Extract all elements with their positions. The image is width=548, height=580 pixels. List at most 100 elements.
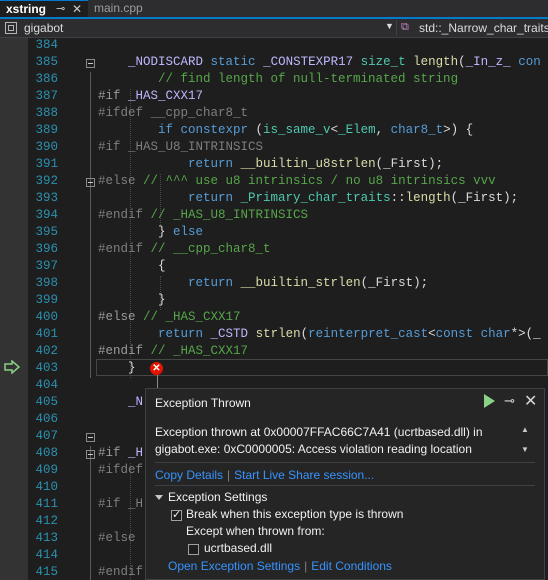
module-checkbox[interactable] xyxy=(188,544,199,555)
expand-triangle-icon xyxy=(155,495,163,501)
code-text: #else // ^^^ use u8 intrinsics / no u8 i… xyxy=(98,174,496,188)
exception-message: Exception thrown at 0x00007FFAC66C7A41 (… xyxy=(155,425,483,456)
line-number: 388 xyxy=(35,106,58,120)
separator: | xyxy=(304,559,308,573)
code-text: return _Primary_char_traits::length(_Fir… xyxy=(188,191,519,205)
project-name: gigabot xyxy=(24,21,64,35)
open-exception-settings-link[interactable]: Open Exception Settings xyxy=(168,559,300,573)
collapse-toggle-icon[interactable] xyxy=(86,178,95,187)
pin-icon[interactable]: ⊸ xyxy=(504,393,515,409)
break-when-thrown-checkbox[interactable] xyxy=(171,508,182,521)
line-number: 384 xyxy=(35,38,58,52)
line-number: 402 xyxy=(35,344,58,358)
live-share-link[interactable]: Start Live Share session... xyxy=(234,468,374,482)
line-number: 411 xyxy=(35,497,58,511)
code-text: return _CSTD strlen(reinterpret_cast<con… xyxy=(158,327,541,341)
edit-conditions-link[interactable]: Edit Conditions xyxy=(311,559,392,573)
collapse-toggle-icon[interactable] xyxy=(86,59,95,68)
exception-helper: Exception Thrown ⊸ ✕ Exception thrown at… xyxy=(145,388,545,580)
navigation-bar: gigabot ▼ ⧉ std::_Narrow_char_traits xyxy=(0,19,548,38)
exception-actions: Copy Details | Start Live Share session... xyxy=(155,468,374,482)
code-line[interactable]: 395 } else xyxy=(0,224,548,241)
code-text: #ifdef __cpp_char8_t xyxy=(98,106,249,120)
code-line[interactable]: 387 #if _HAS_CXX17 xyxy=(0,88,548,105)
copy-details-link[interactable]: Copy Details xyxy=(155,468,223,482)
scope-dropdown[interactable]: ⧉ std::_Narrow_char_traits xyxy=(396,20,548,36)
code-line[interactable]: 394 #endif // _HAS_U8_INTRINSICS xyxy=(0,207,548,224)
collapse-toggle-icon[interactable] xyxy=(86,450,95,459)
divider xyxy=(155,462,535,463)
line-number: 397 xyxy=(35,259,58,273)
tab-label: main.cpp xyxy=(94,1,143,15)
line-number: 387 xyxy=(35,89,58,103)
line-number: 390 xyxy=(35,140,58,154)
separator: | xyxy=(227,468,231,482)
code-line[interactable]: 388 #ifdef __cpp_char8_t xyxy=(0,105,548,122)
close-icon[interactable]: ✕ xyxy=(524,391,537,411)
line-number: 410 xyxy=(35,480,58,494)
line-number: 403 xyxy=(35,361,58,375)
code-text: #if _HAS_CXX17 xyxy=(98,89,204,103)
code-text: #else // _HAS_CXX17 xyxy=(98,310,241,324)
message-scrollbar[interactable]: ▲ ▼ xyxy=(519,425,533,459)
line-number: 405 xyxy=(35,395,58,409)
continue-icon[interactable] xyxy=(484,394,495,408)
line-number: 408 xyxy=(35,446,58,460)
close-icon[interactable]: ✕ xyxy=(72,1,82,17)
line-number: 386 xyxy=(35,72,58,86)
code-line[interactable]: 400 #else // _HAS_CXX17 xyxy=(0,309,548,326)
error-icon[interactable]: ✕ xyxy=(150,362,163,375)
code-text: #if _HAS_U8_INTRINSICS xyxy=(98,140,264,154)
scroll-down-icon[interactable]: ▼ xyxy=(521,445,529,454)
code-line[interactable]: 384 xyxy=(0,38,548,54)
tab-xstring[interactable]: xstring ⊸ ✕ xyxy=(0,0,88,17)
line-number: 404 xyxy=(35,378,58,392)
current-line-highlight xyxy=(96,359,548,376)
line-number: 409 xyxy=(35,463,58,477)
code-line[interactable]: 392 #else // ^^^ use u8 intrinsics / no u… xyxy=(0,173,548,190)
line-number: 398 xyxy=(35,276,58,290)
code-line[interactable]: 390 #if _HAS_U8_INTRINSICS xyxy=(0,139,548,156)
code-text: // find length of null-terminated string xyxy=(158,72,459,86)
code-text: { xyxy=(98,259,166,273)
exception-settings-links: Open Exception Settings | Edit Conditions xyxy=(168,559,392,573)
except-when-label: Except when thrown from: xyxy=(186,524,325,538)
exception-settings-toggle[interactable]: Exception Settings xyxy=(155,490,267,504)
code-line[interactable]: 398 return __builtin_strlen(_First); xyxy=(0,275,548,292)
code-line[interactable]: 402 #endif // _HAS_CXX17 xyxy=(0,343,548,360)
chevron-down-icon[interactable]: ▼ xyxy=(385,21,394,31)
line-number: 391 xyxy=(35,157,58,171)
break-when-thrown-label: Break when this exception type is thrown xyxy=(186,507,404,521)
code-text: } xyxy=(98,293,166,307)
line-number: 389 xyxy=(35,123,58,137)
line-number: 399 xyxy=(35,293,58,307)
code-line[interactable]: 393 return _Primary_char_traits::length(… xyxy=(0,190,548,207)
project-dropdown[interactable]: gigabot xyxy=(4,20,374,36)
line-number: 395 xyxy=(35,225,58,239)
line-number: 392 xyxy=(35,174,58,188)
code-text: #if _H xyxy=(98,497,144,511)
code-line[interactable]: 385 _NODISCARD static _CONSTEXPR17 size_… xyxy=(0,54,548,71)
code-text: } else xyxy=(98,225,204,239)
scroll-up-icon[interactable]: ▲ xyxy=(521,425,529,434)
code-text: _N xyxy=(128,395,144,409)
code-line[interactable]: 391 return __builtin_u8strlen(_First); xyxy=(0,156,548,173)
pin-icon[interactable]: ⊸ xyxy=(56,1,65,17)
code-line[interactable]: 396 #endif // __cpp_char8_t xyxy=(0,241,548,258)
code-line[interactable]: 386 // find length of null-terminated st… xyxy=(0,71,548,88)
code-text: #endif xyxy=(98,565,144,579)
code-line[interactable]: 397 { xyxy=(0,258,548,275)
code-line[interactable]: 401 return _CSTD strlen(reinterpret_cast… xyxy=(0,326,548,343)
exception-settings-label: Exception Settings xyxy=(168,490,268,504)
line-number: 414 xyxy=(35,548,58,562)
exception-header: Exception Thrown ⊸ ✕ xyxy=(146,389,544,415)
tab-main-cpp[interactable]: main.cpp xyxy=(88,0,158,17)
line-number: 407 xyxy=(35,429,58,443)
line-number: 394 xyxy=(35,208,58,222)
code-line[interactable]: 389 if constexpr (is_same_v<_Elem, char8… xyxy=(0,122,548,139)
code-text: #endif // __cpp_char8_t xyxy=(98,242,271,256)
code-text: #ifdef xyxy=(98,463,144,477)
tab-label: xstring xyxy=(6,2,47,16)
collapse-toggle-icon[interactable] xyxy=(86,433,95,442)
code-line[interactable]: 399 } xyxy=(0,292,548,309)
